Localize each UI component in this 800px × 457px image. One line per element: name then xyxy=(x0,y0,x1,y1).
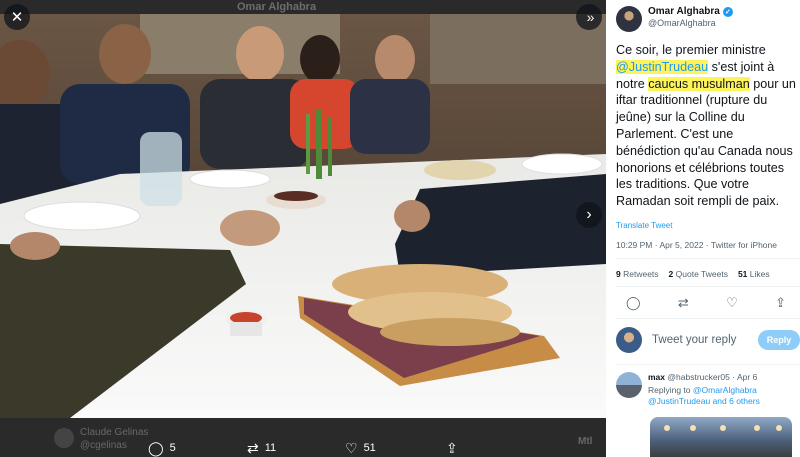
reply-action[interactable]: ◯ 5 xyxy=(148,441,176,455)
like-count: 51 xyxy=(363,442,376,454)
tweet-source: Twitter for iPhone xyxy=(710,240,777,250)
tweet-actions: ◯ ⇄ ♡ ⇪ xyxy=(626,295,786,311)
quote-tweets-stat[interactable]: 2 Quote Tweets xyxy=(669,269,728,279)
iftar-dinner-photo xyxy=(0,14,606,418)
reply-icon: ◯ xyxy=(148,440,164,456)
tweet-photo xyxy=(0,14,606,418)
like-action[interactable]: ♡ 51 xyxy=(345,441,376,455)
reply-tweet[interactable]: max @habstrucker05 · Apr 6 Replying to @… xyxy=(616,372,800,407)
arrow-right-icon: › xyxy=(586,206,592,223)
highlighted-phrase: caucus musulman xyxy=(648,76,750,91)
author-handle[interactable]: @OmarAlghabra xyxy=(648,18,733,28)
reply-image[interactable] xyxy=(650,417,792,457)
retweet-count: 11 xyxy=(264,442,277,454)
tweet-text-part-3: pour un iftar traditionnel (rupture du j… xyxy=(616,76,796,209)
share-icon[interactable]: ⇪ xyxy=(775,295,786,311)
reply-count: 5 xyxy=(169,442,176,454)
next-photo-button[interactable]: › xyxy=(576,202,602,228)
retweet-icon: ⇄ xyxy=(247,440,259,456)
media-viewer: Omar Alghabra ✕ » › Claude Gelinas @cgel… xyxy=(0,0,606,457)
tweet-timestamp[interactable]: 10:29 PM · Apr 5, 2022 xyxy=(616,240,703,250)
verified-badge-icon: ✓ xyxy=(722,6,733,17)
close-icon: ✕ xyxy=(10,9,24,26)
reply-composer: Tweet your reply Reply xyxy=(616,327,800,353)
reply-date[interactable]: Apr 6 xyxy=(737,372,757,382)
tweet-photo-modal: Omar Alghabra ✕ » › Claude Gelinas @cgel… xyxy=(0,0,800,457)
replying-to: Replying to @OmarAlghabra @JustinTrudeau… xyxy=(648,385,760,407)
reply-icon[interactable]: ◯ xyxy=(626,295,641,311)
reply-avatar[interactable] xyxy=(616,372,642,398)
tweet-meta: 10:29 PM · Apr 5, 2022 · Twitter for iPh… xyxy=(616,240,777,250)
share-icon: ⇪ xyxy=(446,440,458,456)
reply-button[interactable]: Reply xyxy=(758,330,800,350)
dimmed-author-name: Omar Alghabra xyxy=(237,1,317,13)
ghost-user-handle: @cgelinas xyxy=(80,440,127,451)
current-user-avatar xyxy=(616,327,642,353)
likes-stat[interactable]: 51 Likes xyxy=(738,269,770,279)
reply-author-name[interactable]: max xyxy=(648,372,665,382)
replying-to-label: Replying to xyxy=(648,385,691,395)
ghost-right-text: Mtl xyxy=(578,436,593,447)
retweets-stat[interactable]: 9 Retweets xyxy=(616,269,659,279)
heart-icon: ♡ xyxy=(345,440,358,456)
reply-author-handle[interactable]: @habstrucker05 xyxy=(667,372,730,382)
author-avatar[interactable] xyxy=(616,6,642,32)
share-action[interactable]: ⇪ xyxy=(446,441,458,455)
ghost-user-name: Claude Gelinas xyxy=(80,427,149,438)
tweet-text: Ce soir, le premier ministre @JustinTrud… xyxy=(616,42,800,210)
heart-icon[interactable]: ♡ xyxy=(726,295,738,311)
tweet-text-part-1: Ce soir, le premier ministre xyxy=(616,43,766,57)
author-name[interactable]: Omar Alghabra xyxy=(648,6,720,17)
expand-icon: » xyxy=(586,9,595,25)
retweet-action[interactable]: ⇄ 11 xyxy=(247,441,276,455)
divider xyxy=(616,318,800,319)
ghost-avatar xyxy=(54,428,74,448)
reply-input[interactable]: Tweet your reply xyxy=(652,334,758,346)
close-button[interactable]: ✕ xyxy=(4,4,30,30)
author-name-row: Omar Alghabra ✓ xyxy=(648,6,733,17)
divider xyxy=(616,258,800,259)
translate-tweet-link[interactable]: Translate Tweet xyxy=(616,221,672,230)
mention-link[interactable]: @JustinTrudeau xyxy=(616,59,709,74)
replying-handle-2[interactable]: @JustinTrudeau xyxy=(648,396,710,406)
tweet-detail-panel: Omar Alghabra ✓ @OmarAlghabra Ce soir, l… xyxy=(606,0,800,457)
engagement-counts: 9 Retweets 2 Quote Tweets 51 Likes xyxy=(616,269,770,279)
divider xyxy=(616,286,800,287)
replying-handle-1[interactable]: @OmarAlghabra xyxy=(693,385,757,395)
tweet-author[interactable]: Omar Alghabra ✓ @OmarAlghabra xyxy=(616,6,733,32)
divider xyxy=(616,364,800,365)
retweet-icon[interactable]: ⇄ xyxy=(678,295,689,311)
reply-header: max @habstrucker05 · Apr 6 xyxy=(648,372,758,382)
dimmed-header: Omar Alghabra xyxy=(0,0,606,14)
replying-others[interactable]: and 6 others xyxy=(713,396,760,406)
expand-panel-button[interactable]: » xyxy=(576,4,602,30)
